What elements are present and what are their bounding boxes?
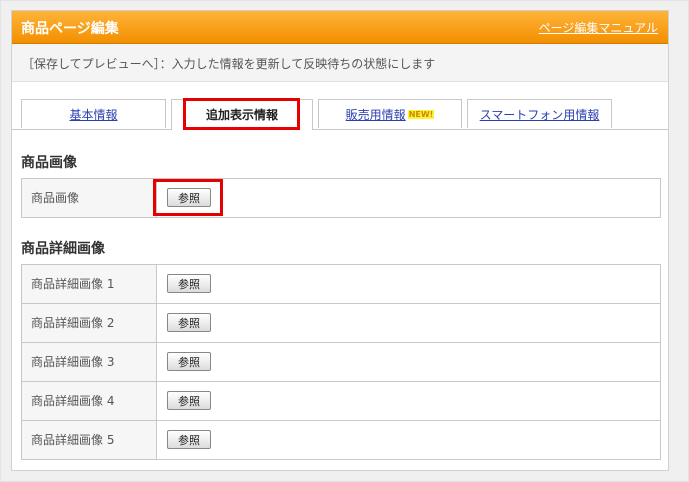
row-label: 商品詳細画像 3 <box>22 343 157 381</box>
browse-button[interactable]: 参照 <box>167 313 211 332</box>
tab-bar: 基本情報 追加表示情報 販売用情報 NEW! スマートフォン用情報 <box>12 99 668 130</box>
new-badge: NEW! <box>407 110 435 119</box>
row-label: 商品詳細画像 1 <box>22 265 157 303</box>
row-label: 商品画像 <box>22 179 157 217</box>
browse-button[interactable]: 参照 <box>167 352 211 371</box>
page-edit-panel: 商品ページ編集 ページ編集マニュアル ［保存してプレビューへ］：入力した情報を更… <box>11 10 669 471</box>
notice-text: ［保存してプレビューへ］：入力した情報を更新して反映待ちの状態にします <box>22 57 436 71</box>
row-value: 参照 <box>157 343 660 381</box>
tab-smartphone-info-label[interactable]: スマートフォン用情報 <box>480 108 600 122</box>
table-row: 商品詳細画像 3 参照 <box>22 343 660 382</box>
row-value: 参照 <box>157 421 660 459</box>
row-label: 商品詳細画像 4 <box>22 382 157 420</box>
tab-sales-info[interactable]: 販売用情報 NEW! <box>318 99 462 128</box>
row-value: 参照 <box>157 382 660 420</box>
row-label: 商品詳細画像 5 <box>22 421 157 459</box>
detail-image-section-title: 商品詳細画像 <box>21 241 105 257</box>
detail-image-table: 商品詳細画像 1 参照 商品詳細画像 2 参照 商品詳細画像 3 参照 商品詳細… <box>21 264 661 460</box>
table-row: 商品詳細画像 4 参照 <box>22 382 660 421</box>
row-value: 参照 <box>157 179 660 217</box>
tab-smartphone-info[interactable]: スマートフォン用情報 <box>467 99 612 128</box>
row-value: 参照 <box>157 265 660 303</box>
browse-button[interactable]: 参照 <box>167 391 211 410</box>
product-image-section-title: 商品画像 <box>21 155 77 171</box>
tab-basic-info-label[interactable]: 基本情報 <box>69 108 117 122</box>
browse-button[interactable]: 参照 <box>167 274 211 293</box>
browse-button-highlight <box>153 179 223 216</box>
screenshot-frame: 商品ページ編集 ページ編集マニュアル ［保存してプレビューへ］：入力した情報を更… <box>0 0 689 482</box>
page-title: 商品ページ編集 <box>21 21 119 37</box>
table-row: 商品詳細画像 2 参照 <box>22 304 660 343</box>
manual-link[interactable]: ページ編集マニュアル <box>539 19 658 36</box>
panel-header: 商品ページ編集 ページ編集マニュアル <box>12 11 668 44</box>
table-row: 商品詳細画像 1 参照 <box>22 265 660 304</box>
tab-basic-info[interactable]: 基本情報 <box>21 99 166 128</box>
row-value: 参照 <box>157 304 660 342</box>
tab-sales-info-label[interactable]: 販売用情報 <box>346 108 406 122</box>
table-row: 商品詳細画像 5 参照 <box>22 421 660 459</box>
row-label: 商品詳細画像 2 <box>22 304 157 342</box>
browse-button[interactable]: 参照 <box>167 430 211 449</box>
save-preview-notice: ［保存してプレビューへ］：入力した情報を更新して反映待ちの状態にします <box>12 44 668 82</box>
table-row: 商品画像 参照 <box>22 179 660 217</box>
active-tab-highlight <box>183 98 300 130</box>
product-image-table: 商品画像 参照 <box>21 178 661 218</box>
